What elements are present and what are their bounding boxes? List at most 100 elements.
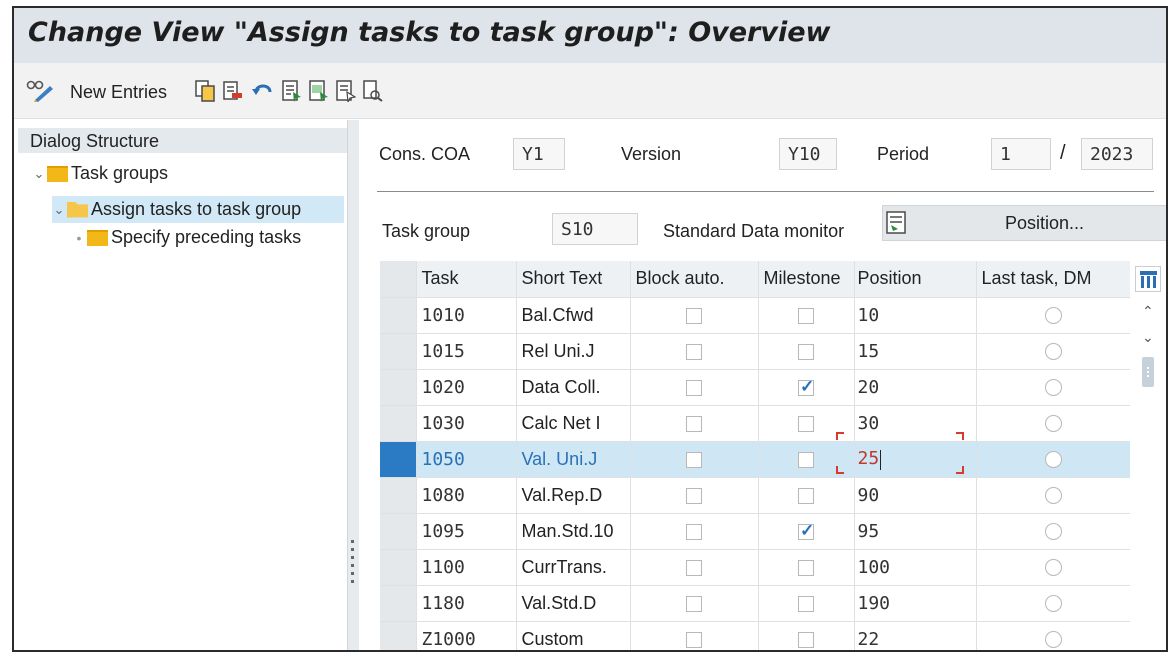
block-auto-checkbox[interactable]	[686, 559, 702, 576]
splitter-grip[interactable]	[351, 572, 354, 575]
splitter-grip[interactable]	[351, 564, 354, 567]
chevron-up-icon[interactable]: ⌃	[1142, 303, 1154, 320]
column-header-short-text[interactable]: Short Text	[516, 261, 631, 298]
position-input[interactable]: 20	[854, 369, 977, 406]
last-task-radio[interactable]	[1045, 631, 1062, 649]
position-value: 20	[857, 376, 880, 398]
position-button[interactable]: Position...	[882, 205, 1166, 241]
row-selector[interactable]	[380, 477, 417, 514]
last-task-radio[interactable]	[1045, 379, 1062, 397]
last-task-radio[interactable]	[1045, 415, 1062, 433]
tree-item-preceding-tasks[interactable]: • Specify preceding tasks	[72, 224, 302, 251]
table-row[interactable]: 1080 Val.Rep.D 90	[380, 477, 1132, 514]
last-task-radio[interactable]	[1045, 523, 1062, 541]
row-selector[interactable]	[380, 585, 417, 622]
milestone-checkbox[interactable]	[798, 415, 814, 432]
row-selector-header[interactable]	[380, 261, 417, 298]
last-task-radio[interactable]	[1045, 307, 1062, 325]
new-entries-button[interactable]: New Entries	[70, 82, 167, 103]
table-row[interactable]: 1100 CurrTrans. 100	[380, 549, 1132, 586]
task-cell: 1095	[421, 520, 465, 542]
chevron-down-icon[interactable]: ⌄	[32, 166, 46, 182]
row-selector[interactable]	[380, 441, 417, 478]
tree-item-assign-tasks[interactable]: ⌄ Assign tasks to task group	[52, 196, 344, 223]
delete-icon[interactable]	[223, 80, 243, 102]
scroll-thumb[interactable]	[1142, 357, 1154, 387]
table-row[interactable]: Z1000 Custom 22	[380, 621, 1132, 650]
position-input[interactable]: 95	[854, 513, 977, 550]
column-settings-button[interactable]	[1135, 266, 1161, 292]
table-row[interactable]: 1095 Man.Std.10 95	[380, 513, 1132, 550]
column-header-block-auto[interactable]: Block auto.	[630, 261, 759, 298]
milestone-checkbox[interactable]	[798, 451, 814, 468]
last-task-radio[interactable]	[1045, 559, 1062, 577]
milestone-checkbox[interactable]	[798, 521, 814, 541]
milestone-checkbox[interactable]	[798, 343, 814, 360]
table-row[interactable]: 1010 Bal.Cfwd 10	[380, 297, 1132, 334]
position-input[interactable]: 22	[854, 621, 977, 650]
tree-item-task-groups[interactable]: ⌄ Task groups	[32, 160, 169, 187]
position-button-label: Position...	[1005, 213, 1085, 233]
last-task-radio[interactable]	[1045, 487, 1062, 505]
position-value: 95	[857, 520, 880, 542]
milestone-checkbox[interactable]	[798, 377, 814, 397]
monitor-select-icon[interactable]	[886, 211, 908, 235]
print-icon[interactable]	[363, 80, 383, 102]
column-header-position[interactable]: Position	[854, 261, 977, 298]
select-block-icon[interactable]	[309, 80, 329, 102]
select-all-icon[interactable]	[282, 80, 302, 102]
panel-splitter[interactable]	[347, 120, 359, 650]
block-auto-checkbox[interactable]	[686, 631, 702, 648]
row-selector[interactable]	[380, 621, 417, 650]
block-auto-checkbox[interactable]	[686, 595, 702, 612]
milestone-checkbox[interactable]	[798, 559, 814, 576]
position-input[interactable]: 15	[854, 333, 977, 370]
row-selector[interactable]	[380, 549, 417, 586]
splitter-grip[interactable]	[351, 548, 354, 551]
table-row[interactable]: 1050 Val. Uni.J 25	[380, 441, 1132, 478]
glasses-pencil-icon[interactable]	[26, 80, 54, 102]
chevron-down-icon[interactable]: ⌄	[1142, 329, 1154, 346]
undo-icon[interactable]	[251, 80, 275, 102]
block-auto-checkbox[interactable]	[686, 523, 702, 540]
block-auto-checkbox[interactable]	[686, 343, 702, 360]
row-selector[interactable]	[380, 297, 417, 334]
position-input[interactable]: 10	[854, 297, 977, 334]
chevron-down-icon[interactable]: ⌄	[52, 202, 66, 218]
row-selector[interactable]	[380, 333, 417, 370]
block-auto-checkbox[interactable]	[686, 487, 702, 504]
row-selector[interactable]	[380, 405, 417, 442]
row-selector[interactable]	[380, 369, 417, 406]
deselect-all-icon[interactable]	[336, 80, 356, 102]
table-row[interactable]: 1180 Val.Std.D 190	[380, 585, 1132, 622]
table-row[interactable]: 1030 Calc Net I 30	[380, 405, 1132, 442]
block-auto-checkbox[interactable]	[686, 415, 702, 432]
table-row[interactable]: 1015 Rel Uni.J 15	[380, 333, 1132, 370]
milestone-checkbox[interactable]	[798, 487, 814, 504]
dialog-structure-title: Dialog Structure	[18, 128, 348, 153]
splitter-grip[interactable]	[351, 556, 354, 559]
milestone-checkbox[interactable]	[798, 595, 814, 612]
column-header-task[interactable]: Task	[416, 261, 517, 298]
position-input[interactable]: 190	[854, 585, 977, 622]
table-row[interactable]: 1020 Data Coll. 20	[380, 369, 1132, 406]
position-value: 22	[857, 628, 880, 650]
splitter-grip[interactable]	[351, 580, 354, 583]
position-input[interactable]: 90	[854, 477, 977, 514]
last-task-radio[interactable]	[1045, 595, 1062, 613]
row-selector[interactable]	[380, 513, 417, 550]
last-task-radio[interactable]	[1045, 343, 1062, 361]
splitter-grip[interactable]	[351, 540, 354, 543]
block-auto-checkbox[interactable]	[686, 379, 702, 396]
column-header-last-task[interactable]: Last task, DM	[976, 261, 1132, 298]
position-input[interactable]: 100	[854, 549, 977, 586]
block-auto-checkbox[interactable]	[686, 307, 702, 324]
last-task-radio[interactable]	[1045, 451, 1062, 469]
copy-icon[interactable]	[195, 80, 215, 102]
column-header-milestone[interactable]: Milestone	[758, 261, 855, 298]
block-auto-checkbox[interactable]	[686, 451, 702, 468]
milestone-checkbox[interactable]	[798, 307, 814, 324]
focus-bracket	[956, 432, 964, 440]
milestone-checkbox[interactable]	[798, 631, 814, 648]
table-scrollbar[interactable]: ⌃ ⌄	[1130, 261, 1166, 650]
